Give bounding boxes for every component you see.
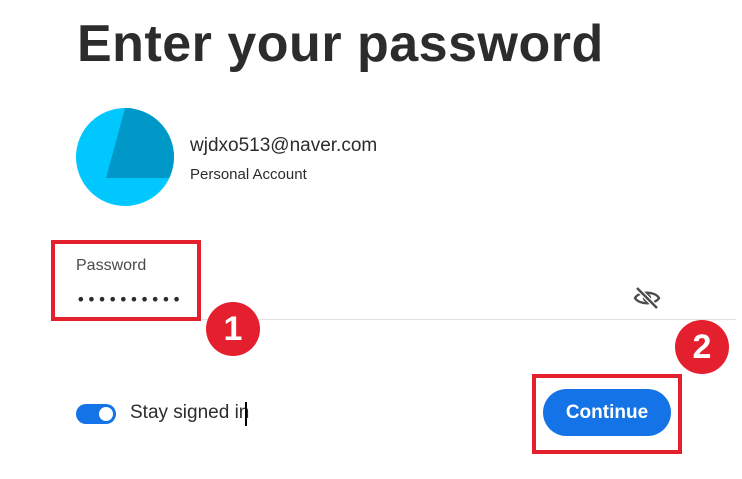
step-2-badge: 2 <box>675 320 729 374</box>
sign-in-page: Enter your password wjdxo513@naver.com P… <box>0 0 742 479</box>
eye-slash-icon[interactable] <box>632 284 662 312</box>
avatar <box>76 108 174 206</box>
continue-highlight-box <box>532 374 682 454</box>
account-type: Personal Account <box>190 166 307 183</box>
adobe-avatar-icon <box>76 108 174 206</box>
text-cursor <box>245 402 247 426</box>
toggle-knob <box>99 407 113 421</box>
step-1-badge: 1 <box>206 302 260 356</box>
page-title: Enter your password <box>77 15 604 73</box>
stay-signed-in-toggle[interactable] <box>76 404 116 424</box>
stay-signed-in-label: Stay signed in <box>130 402 250 423</box>
password-highlight-box <box>51 240 201 321</box>
account-email: wjdxo513@naver.com <box>190 135 378 156</box>
